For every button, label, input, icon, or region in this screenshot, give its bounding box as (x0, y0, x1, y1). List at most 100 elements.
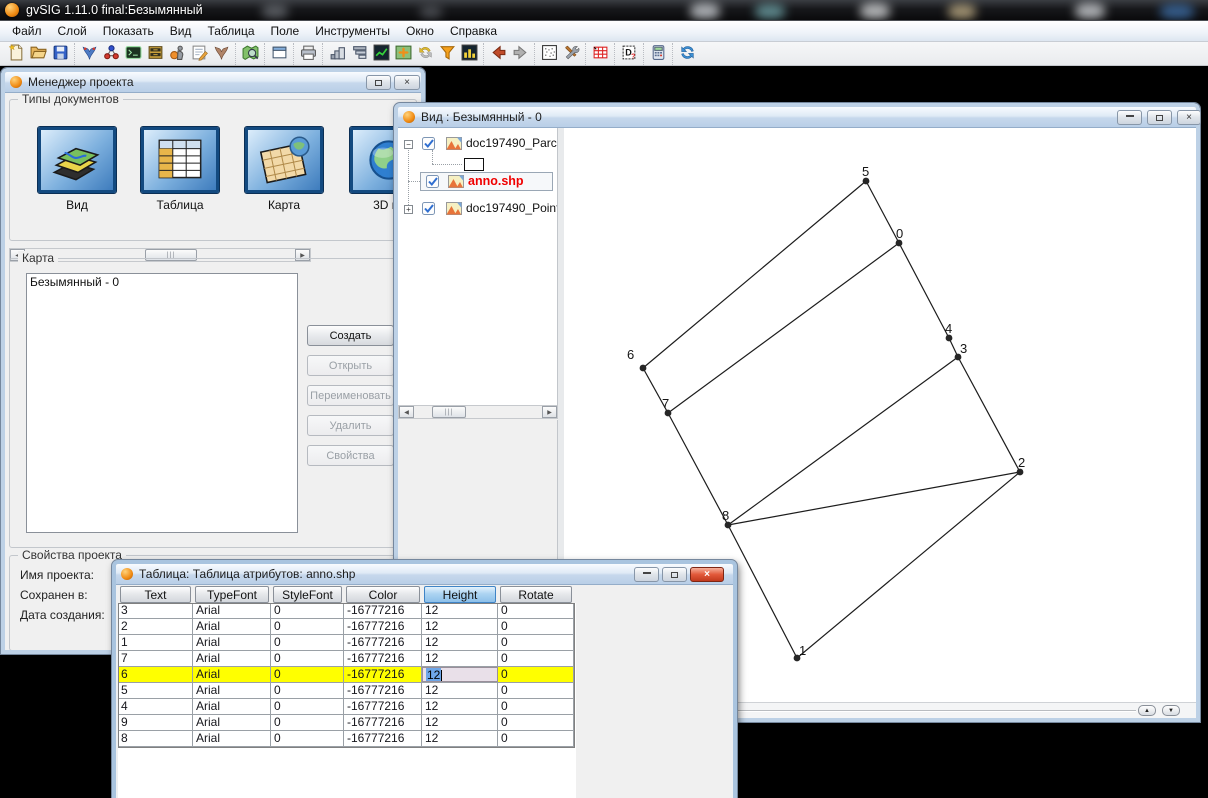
toolbar-catalog[interactable] (144, 43, 166, 65)
table-cell[interactable]: Arial (193, 651, 271, 666)
toolbar-zoom-map[interactable] (239, 43, 261, 65)
table-cell[interactable]: -16777216 (344, 667, 422, 682)
table-cell[interactable]: Arial (193, 683, 271, 698)
table-cell[interactable]: 0 (271, 667, 344, 682)
toolbar-refresh[interactable] (414, 43, 436, 65)
table-row-1[interactable]: 1Arial0-16777216120 (118, 635, 574, 651)
table-cell[interactable]: 3 (118, 603, 193, 618)
close-button[interactable]: × (394, 75, 420, 90)
table-cell[interactable]: 12 (422, 635, 498, 650)
table-cell[interactable]: -16777216 (344, 699, 422, 714)
menu-Файл[interactable]: Файл (4, 22, 50, 40)
scroll-thumb[interactable]: ||| (432, 406, 466, 418)
table-cell[interactable]: 12 (422, 619, 498, 634)
toolbar-edit-annotation[interactable] (188, 43, 210, 65)
close-button[interactable]: × (1177, 110, 1201, 125)
table-cell[interactable]: -16777216 (344, 651, 422, 666)
scroll-down-button[interactable]: ▼ (1162, 705, 1180, 716)
table-cell[interactable]: 9 (118, 715, 193, 730)
scroll-up-button[interactable]: ▲ (1138, 705, 1156, 716)
menu-Показать[interactable]: Показать (95, 22, 162, 40)
table-row-2[interactable]: 2Arial0-16777216120 (118, 619, 574, 635)
action-button-1[interactable]: Создать (307, 325, 394, 346)
table-cell[interactable]: 0 (498, 715, 574, 730)
table-cell[interactable]: -16777216 (344, 731, 422, 746)
layer-checkbox[interactable] (422, 137, 435, 150)
layer-checkbox[interactable] (426, 175, 439, 188)
toolbar-navigation-back[interactable] (487, 43, 509, 65)
table-cell[interactable]: 12 (422, 699, 498, 714)
table-cell[interactable]: -16777216 (344, 619, 422, 634)
table-cell[interactable]: Arial (193, 619, 271, 634)
table-cell[interactable]: 0 (498, 667, 574, 682)
toolbar-symbology[interactable] (166, 43, 188, 65)
toolbar-chart-line[interactable] (370, 43, 392, 65)
table-cell[interactable]: 0 (271, 715, 344, 730)
toolbar-print[interactable] (297, 43, 319, 65)
table-row-9[interactable]: 9Arial0-16777216120 (118, 715, 574, 731)
table-cell[interactable]: -16777216 (344, 635, 422, 650)
menu-Вид[interactable]: Вид (162, 22, 200, 40)
scroll-track[interactable]: ||| (414, 406, 542, 418)
table-row-7[interactable]: 7Arial0-16777216120 (118, 651, 574, 667)
table-cell[interactable]: 12 (422, 683, 498, 698)
table-cell[interactable]: 5 (118, 683, 193, 698)
toolbar-new-document[interactable] (5, 43, 27, 65)
attribute-table-titlebar[interactable]: Таблица: Таблица атрибутов: anno.shp × (116, 564, 733, 585)
column-header-Text[interactable]: Text (120, 586, 191, 603)
toolbar-open-folder[interactable] (27, 43, 49, 65)
table-cell[interactable]: 0 (271, 619, 344, 634)
toolbar-console[interactable] (122, 43, 144, 65)
menu-Окно[interactable]: Окно (398, 22, 442, 40)
table-cell[interactable]: -16777216 (344, 683, 422, 698)
collapse-icon[interactable]: − (404, 140, 413, 149)
minimize-button[interactable] (634, 567, 659, 582)
toolbar-tools[interactable] (560, 43, 582, 65)
expand-icon[interactable]: + (404, 205, 413, 214)
table-cell[interactable]: 6 (118, 667, 193, 682)
table-cell[interactable]: 12 (422, 603, 498, 618)
toolbar-scripting[interactable] (210, 43, 232, 65)
table-row-8[interactable]: 8Arial0-16777216120 (118, 731, 574, 747)
toolbar-navigation-forward[interactable] (509, 43, 531, 65)
table-cell[interactable]: 1 (118, 635, 193, 650)
toolbar-locator-map[interactable] (392, 43, 414, 65)
menu-Инструменты[interactable]: Инструменты (307, 22, 398, 40)
close-button[interactable]: × (690, 567, 724, 582)
toolbar-chart-bars[interactable] (458, 43, 480, 65)
toolbar-legend-descending[interactable] (348, 43, 370, 65)
table-cell[interactable]: 0 (498, 635, 574, 650)
toolbar-calculator[interactable] (647, 43, 669, 65)
table-cell[interactable]: Arial (193, 731, 271, 746)
table-cell[interactable]: 0 (271, 651, 344, 666)
restore-button[interactable] (1147, 110, 1172, 125)
table-cell[interactable]: 0 (271, 731, 344, 746)
toolbar-filter[interactable] (436, 43, 458, 65)
doc-type-table[interactable] (141, 127, 219, 193)
table-cell[interactable]: 0 (271, 603, 344, 618)
layer-item-doc197490_Parce[interactable]: doc197490_Parce (466, 136, 558, 150)
table-cell[interactable]: 12 (422, 667, 498, 682)
table-cell[interactable]: 4 (118, 699, 193, 714)
table-cell[interactable]: 8 (118, 731, 193, 746)
scroll-left-icon[interactable]: ◀ (399, 406, 414, 418)
view-window-titlebar[interactable]: Вид : Безымянный - 0 × (398, 107, 1196, 128)
toolbar-sync[interactable] (676, 43, 698, 65)
table-row-4[interactable]: 4Arial0-16777216120 (118, 699, 574, 715)
toolbar-data-info[interactable]: D? (618, 43, 640, 65)
toolbar-legend-ascending[interactable] (326, 43, 348, 65)
column-header-TypeFont[interactable]: TypeFont (195, 586, 269, 603)
restore-button[interactable] (662, 567, 687, 582)
layer-item-doc197490_Point[interactable]: doc197490_Point (466, 201, 558, 215)
table-cell[interactable]: -16777216 (344, 603, 422, 618)
menu-Справка[interactable]: Справка (442, 22, 505, 40)
column-header-Rotate[interactable]: Rotate (500, 586, 572, 603)
table-cell[interactable]: Arial (193, 667, 271, 682)
layer-tree-scrollbar[interactable]: ◀ ||| ▶ (398, 405, 558, 419)
table-row-6[interactable]: 6Arial0-16777216120 (118, 667, 574, 683)
table-cell[interactable]: Arial (193, 635, 271, 650)
toolbar-raster-selection[interactable] (538, 43, 560, 65)
toolbar-attribute-table[interactable] (589, 43, 611, 65)
column-header-Color[interactable]: Color (346, 586, 420, 603)
table-cell[interactable]: 0 (498, 699, 574, 714)
